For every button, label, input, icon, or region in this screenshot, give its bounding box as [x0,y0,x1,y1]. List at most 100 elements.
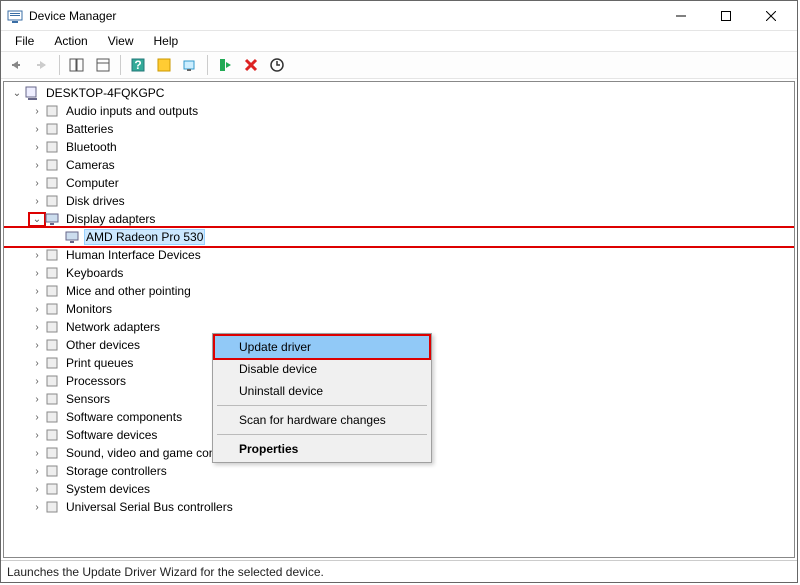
chevron-right-icon[interactable]: › [30,502,44,513]
chevron-right-icon[interactable]: › [30,412,44,423]
tree-device-amd-radeon[interactable]: AMD Radeon Pro 530 [4,228,794,246]
context-separator [217,434,427,435]
chevron-right-icon[interactable]: › [30,322,44,333]
tree-category[interactable]: ›Cameras [4,156,794,174]
category-label: Network adapters [64,320,162,334]
tree-category[interactable]: › Audio inputs and outputs [4,102,794,120]
tree-category[interactable]: ›System devices [4,480,794,498]
chevron-right-icon[interactable]: › [30,286,44,297]
chevron-right-icon[interactable]: › [30,124,44,135]
category-label: Other devices [64,338,142,352]
menu-view[interactable]: View [100,32,142,50]
update-button[interactable] [266,54,288,76]
device-icon [44,409,60,425]
chevron-right-icon[interactable]: › [30,160,44,171]
device-icon [44,301,60,317]
show-hide-button[interactable] [66,54,88,76]
chevron-right-icon[interactable]: › [30,466,44,477]
chevron-right-icon[interactable]: › [30,196,44,207]
chevron-right-icon[interactable]: › [30,340,44,351]
status-text: Launches the Update Driver Wizard for th… [7,565,324,579]
device-icon [44,445,60,461]
properties-button[interactable] [92,54,114,76]
context-update-driver[interactable]: Update driver [215,336,429,358]
device-icon [44,193,60,209]
maximize-button[interactable] [703,2,748,30]
tree-category[interactable]: ›Human Interface Devices [4,246,794,264]
device-icon [44,139,60,155]
close-button[interactable] [748,2,793,30]
help-button[interactable]: ? [127,54,149,76]
device-manager-window: Device Manager File Action View Help ? ⌄… [0,0,798,583]
menu-action[interactable]: Action [46,32,95,50]
window-title: Device Manager [29,9,658,23]
context-uninstall-device[interactable]: Uninstall device [215,380,429,402]
tree-category[interactable]: ›Computer [4,174,794,192]
svg-text:?: ? [134,58,141,72]
tree-category[interactable]: › Keyboards [4,264,794,282]
tree-pane[interactable]: ⌄DESKTOP-4FQKGPC › Audio inputs and output… [3,81,795,558]
chevron-right-icon[interactable]: › [30,178,44,189]
device-icon [44,427,60,443]
tree-category[interactable]: ›Batteries [4,120,794,138]
chevron-right-icon[interactable]: › [30,448,44,459]
context-disable-device[interactable]: Disable device [215,358,429,380]
context-scan[interactable]: Scan for hardware changes [215,409,429,431]
chevron-right-icon[interactable]: › [30,394,44,405]
category-label: Display adapters [64,212,157,226]
chevron-down-icon[interactable]: ⌄ [30,214,44,225]
back-button[interactable] [5,54,27,76]
action-button[interactable] [153,54,175,76]
tree-category[interactable]: › Mice and other pointing [4,282,794,300]
chevron-right-icon[interactable]: › [30,250,44,261]
chevron-right-icon[interactable]: › [30,430,44,441]
category-label: Disk drives [64,194,127,208]
tree-root[interactable]: ⌄DESKTOP-4FQKGPC [4,84,794,102]
display-icon [64,229,80,245]
device-icon [44,319,60,335]
scan-button[interactable] [179,54,201,76]
device-label: AMD Radeon Pro 530 [84,229,205,245]
chevron-right-icon[interactable]: › [30,376,44,387]
category-label: Processors [64,374,128,388]
chevron-right-icon[interactable]: › [30,268,44,279]
tree-category[interactable]: ›Bluetooth [4,138,794,156]
forward-button[interactable] [31,54,53,76]
device-icon [44,355,60,371]
enable-button[interactable] [214,54,236,76]
context-properties[interactable]: Properties [215,438,429,460]
chevron-right-icon[interactable]: › [30,358,44,369]
menu-help[interactable]: Help [146,32,187,50]
tree-category[interactable]: › Disk drives [4,192,794,210]
device-icon [44,283,60,299]
device-icon [44,463,60,479]
tree-category-display-adapters[interactable]: ⌄ Display adapters [4,210,794,228]
chevron-right-icon[interactable]: › [30,304,44,315]
category-label: Software components [64,410,184,424]
tree-category[interactable]: › Universal Serial Bus controllers [4,498,794,516]
uninstall-button[interactable] [240,54,262,76]
device-icon [44,337,60,353]
category-label: Monitors [64,302,114,316]
device-icon [44,157,60,173]
tree-category[interactable]: › Monitors [4,300,794,318]
device-icon [44,121,60,137]
tree-category[interactable]: ›Storage controllers [4,462,794,480]
menu-file[interactable]: File [7,32,42,50]
category-label: Keyboards [64,266,125,280]
category-label: Sensors [64,392,112,406]
context-separator [217,405,427,406]
category-label: Audio inputs and outputs [64,104,200,118]
chevron-right-icon[interactable]: › [30,142,44,153]
chevron-right-icon[interactable]: › [30,484,44,495]
device-icon [44,175,60,191]
chevron-right-icon[interactable]: › [30,106,44,117]
statusbar: Launches the Update Driver Wizard for th… [1,560,797,582]
category-label: Universal Serial Bus controllers [64,500,235,514]
category-label: Mice and other pointing [64,284,193,298]
computer-icon [24,85,40,101]
device-icon [44,499,60,515]
window-controls [658,2,793,30]
chevron-down-icon[interactable]: ⌄ [10,88,24,99]
minimize-button[interactable] [658,2,703,30]
